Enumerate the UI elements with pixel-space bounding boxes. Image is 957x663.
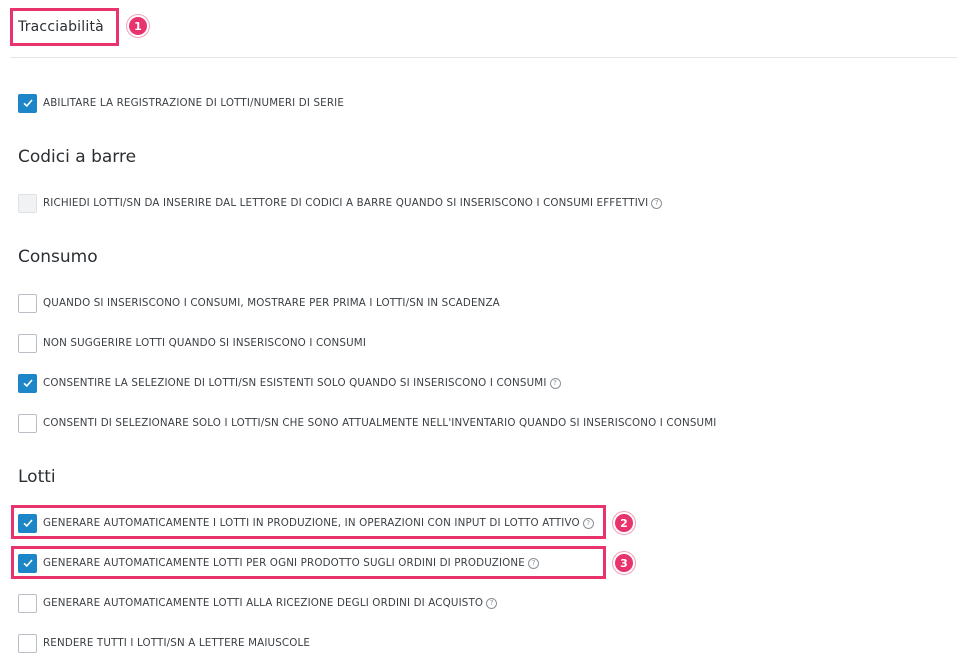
option-label: CONSENTI DI SELEZIONARE SOLO I LOTTI/SN … bbox=[43, 417, 717, 429]
option-label: RENDERE TUTTI I LOTTI/SN A LETTERE MAIUS… bbox=[43, 637, 311, 649]
checkbox[interactable] bbox=[18, 593, 37, 613]
help-icon[interactable]: ? bbox=[527, 557, 539, 569]
option-consumption-existing-only[interactable]: CONSENTIRE LA SELEZIONE DI LOTTI/SN ESIS… bbox=[18, 372, 561, 394]
help-icon[interactable]: ? bbox=[651, 197, 663, 209]
section-title-barcode: Codici a barre bbox=[18, 147, 137, 167]
checkbox[interactable] bbox=[18, 513, 37, 533]
checkbox[interactable] bbox=[18, 633, 37, 653]
option-lots-auto-production[interactable]: GENERARE AUTOMATICAMENTE I LOTTI IN PROD… bbox=[18, 512, 594, 534]
checkbox[interactable] bbox=[18, 413, 37, 433]
option-enable-lot-registration[interactable]: ABILITARE LA REGISTRAZIONE DI LOTTI/NUME… bbox=[18, 92, 344, 114]
checkbox[interactable] bbox=[18, 373, 37, 393]
checkbox[interactable] bbox=[18, 333, 37, 353]
badge-3: 3 bbox=[613, 552, 635, 574]
section-title-lots: Lotti bbox=[18, 467, 56, 487]
option-consumption-expiring-first[interactable]: QUANDO SI INSERISCONO I CONSUMI, MOSTRAR… bbox=[18, 292, 500, 314]
help-icon[interactable]: ? bbox=[486, 597, 498, 609]
checkbox[interactable] bbox=[18, 293, 37, 313]
option-label: CONSENTIRE LA SELEZIONE DI LOTTI/SN ESIS… bbox=[43, 377, 547, 389]
badge-2: 2 bbox=[613, 512, 635, 534]
checkbox[interactable] bbox=[18, 193, 37, 213]
divider bbox=[10, 57, 957, 58]
help-icon[interactable]: ? bbox=[582, 517, 594, 529]
option-label: GENERARE AUTOMATICAMENTE LOTTI ALLA RICE… bbox=[43, 597, 484, 609]
option-consumption-inventory-only[interactable]: CONSENTI DI SELEZIONARE SOLO I LOTTI/SN … bbox=[18, 412, 716, 434]
badge-1: 1 bbox=[127, 15, 149, 37]
option-label: GENERARE AUTOMATICAMENTE I LOTTI IN PROD… bbox=[43, 517, 580, 529]
help-icon[interactable]: ? bbox=[549, 377, 561, 389]
check-icon bbox=[22, 519, 33, 528]
option-consumption-no-suggest[interactable]: NON SUGGERIRE LOTTI QUANDO SI INSERISCON… bbox=[18, 332, 366, 354]
option-lots-uppercase[interactable]: RENDERE TUTTI I LOTTI/SN A LETTERE MAIUS… bbox=[18, 632, 310, 654]
option-lots-auto-purchase[interactable]: GENERARE AUTOMATICAMENTE LOTTI ALLA RICE… bbox=[18, 592, 498, 614]
section-title-consumption: Consumo bbox=[18, 247, 98, 267]
option-lots-auto-per-product[interactable]: GENERARE AUTOMATICAMENTE LOTTI PER OGNI … bbox=[18, 552, 539, 574]
option-label: NON SUGGERIRE LOTTI QUANDO SI INSERISCON… bbox=[43, 337, 367, 349]
checkbox[interactable] bbox=[18, 553, 37, 573]
option-label: GENERARE AUTOMATICAMENTE LOTTI PER OGNI … bbox=[43, 557, 525, 569]
option-label: ABILITARE LA REGISTRAZIONE DI LOTTI/NUME… bbox=[43, 97, 344, 109]
option-label: QUANDO SI INSERISCONO I CONSUMI, MOSTRAR… bbox=[43, 297, 500, 309]
check-icon bbox=[22, 379, 33, 388]
checkbox[interactable] bbox=[18, 93, 37, 113]
check-icon bbox=[22, 99, 33, 108]
option-barcode-require-lots[interactable]: RICHIEDI LOTTI/SN DA INSERIRE DAL LETTOR… bbox=[18, 192, 663, 214]
highlight-box-1 bbox=[10, 8, 119, 46]
option-label: RICHIEDI LOTTI/SN DA INSERIRE DAL LETTOR… bbox=[43, 197, 649, 209]
check-icon bbox=[22, 559, 33, 568]
